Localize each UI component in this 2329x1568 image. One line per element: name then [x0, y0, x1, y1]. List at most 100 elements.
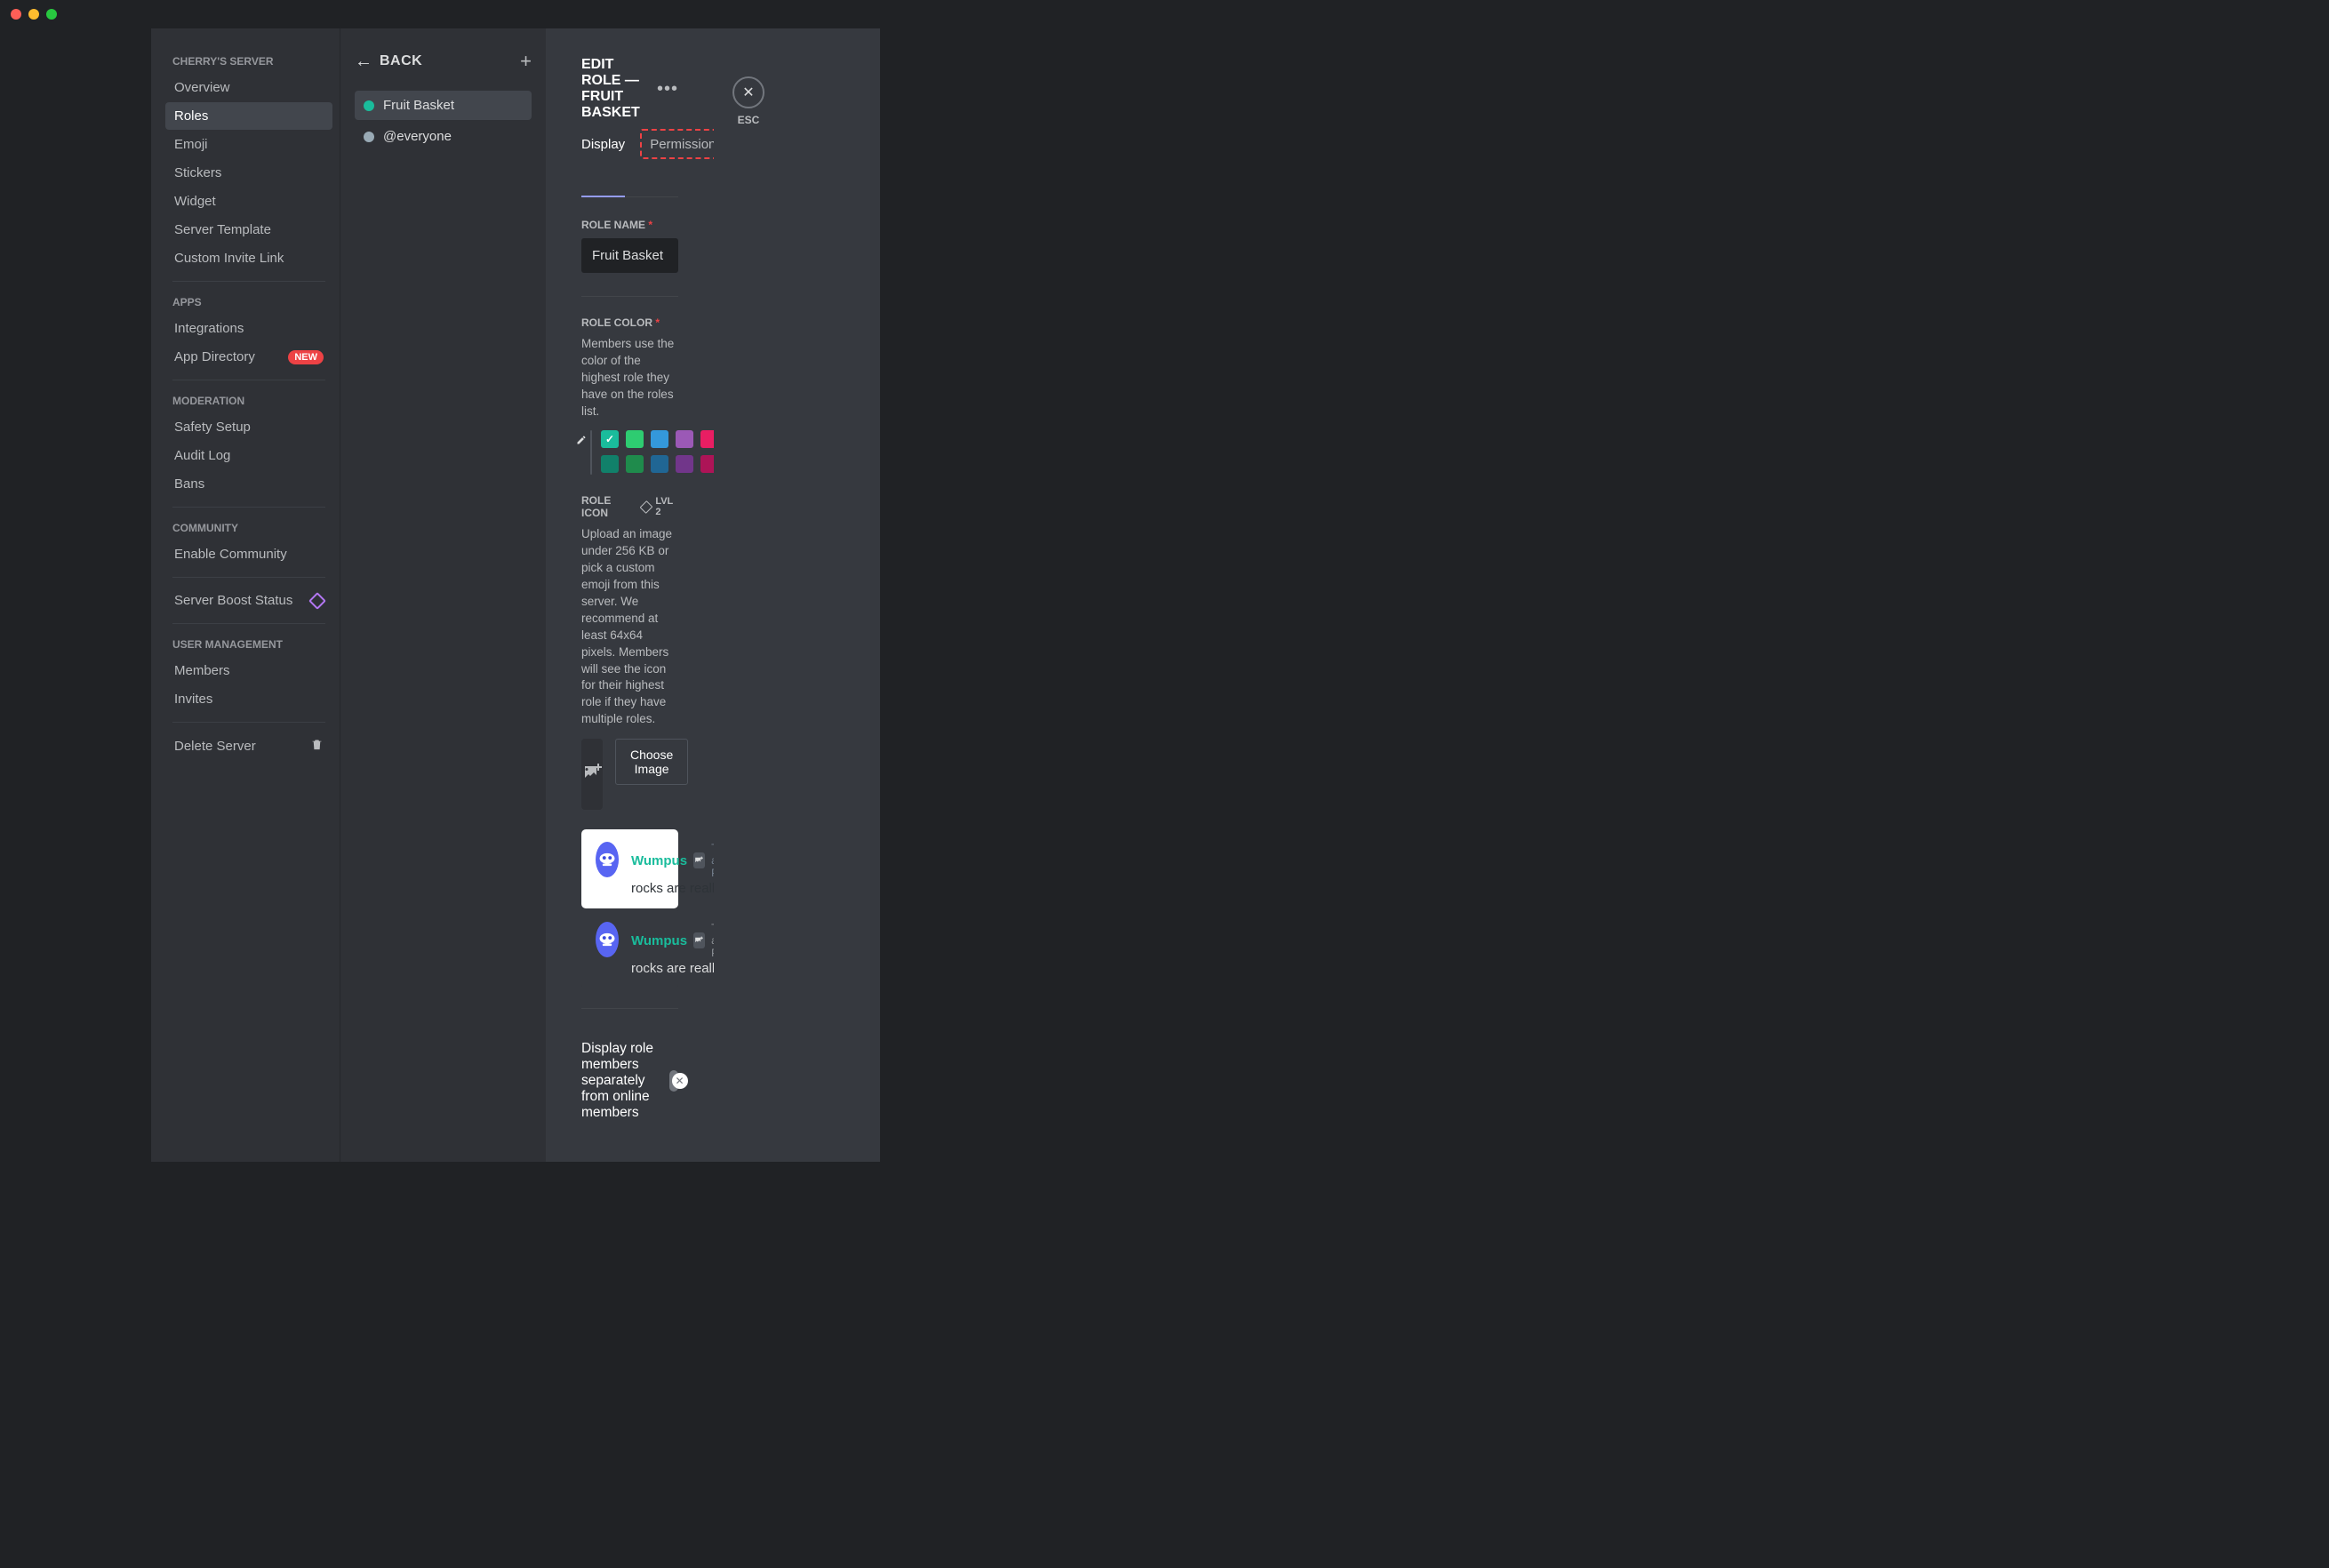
display-separately-toggle[interactable]: ✕	[669, 1070, 678, 1092]
sidebar-item-label: Members	[174, 663, 230, 678]
sidebar-item-label: Emoji	[174, 137, 208, 152]
color-swatch[interactable]	[676, 430, 693, 448]
sidebar-item-invites[interactable]: Invites	[165, 685, 332, 713]
divider	[581, 1008, 678, 1009]
custom-color-swatch[interactable]	[590, 430, 592, 475]
sidebar-item-safety-setup[interactable]: Safety Setup	[165, 413, 332, 441]
role-label: @everyone	[383, 129, 452, 144]
divider	[172, 281, 325, 282]
color-swatch[interactable]	[651, 455, 668, 473]
sidebar-item-bans[interactable]: Bans	[165, 470, 332, 498]
roles-list-column: ← BACK + Fruit Basket @everyone	[340, 28, 546, 1162]
arrow-left-icon: ←	[355, 52, 372, 72]
window-minimize[interactable]	[28, 9, 39, 20]
preview-message-dark: Wumpus Today at 2:25 PM rocks are really…	[581, 908, 678, 988]
sidebar-item-overview[interactable]: Overview	[165, 74, 332, 101]
preview-username: Wumpus	[631, 853, 687, 868]
choose-image-button[interactable]: Choose Image	[615, 739, 688, 785]
role-icon-label: ROLE ICON	[581, 494, 635, 519]
sidebar-item-integrations[interactable]: Integrations	[165, 315, 332, 342]
sidebar-item-server-template[interactable]: Server Template	[165, 216, 332, 244]
color-swatch[interactable]	[700, 455, 714, 473]
user-mgmt-header: USER MANAGEMENT	[165, 633, 332, 656]
trash-icon	[310, 738, 324, 755]
esc-label: ESC	[738, 114, 760, 126]
sidebar-item-label: App Directory	[174, 349, 255, 364]
sidebar-item-label: Stickers	[174, 165, 221, 180]
color-swatch[interactable]	[601, 455, 619, 473]
page-title: EDIT ROLE — FRUIT BASKET	[581, 57, 657, 121]
avatar	[596, 922, 619, 957]
sidebar-item-delete-server[interactable]: Delete Server	[165, 732, 332, 761]
role-name-input[interactable]	[581, 238, 678, 273]
sidebar-item-boost[interactable]: Server Boost Status	[165, 587, 332, 614]
sidebar-item-widget[interactable]: Widget	[165, 188, 332, 215]
content-column: EDIT ROLE — FRUIT BASKET ••• Display Perm…	[546, 28, 714, 1162]
avatar	[596, 842, 619, 877]
color-swatch[interactable]	[626, 455, 644, 473]
window-controls	[0, 0, 1164, 28]
role-icon-upload-box[interactable]	[581, 739, 603, 810]
divider	[172, 623, 325, 624]
role-item[interactable]: Fruit Basket	[355, 91, 532, 120]
divider	[172, 722, 325, 723]
sidebar-item-label: Invites	[174, 692, 212, 707]
sidebar-item-custom-invite-link[interactable]: Custom Invite Link	[165, 244, 332, 272]
right-fill	[783, 28, 880, 1162]
sidebar-item-label: Server Boost Status	[174, 593, 292, 608]
preview-time: Today at 2:25 PM	[711, 842, 714, 879]
image-plus-icon	[581, 762, 603, 788]
role-color-dot	[364, 132, 374, 142]
role-item[interactable]: @everyone	[355, 122, 532, 151]
role-icon-help: Upload an image under 256 KB or pick a c…	[581, 526, 678, 728]
toggle-knob: ✕	[672, 1073, 688, 1089]
sidebar-item-label: Audit Log	[174, 448, 230, 463]
color-swatch[interactable]	[700, 430, 714, 448]
preview-text: rocks are really old	[631, 881, 714, 896]
server-name-header: CHERRY'S SERVER	[165, 50, 332, 73]
sidebar-item-roles[interactable]: Roles	[165, 102, 332, 130]
color-swatch[interactable]	[676, 455, 693, 473]
tab-display[interactable]: Display	[581, 137, 625, 197]
divider	[172, 577, 325, 578]
moderation-header: MODERATION	[165, 389, 332, 412]
gem-icon	[640, 500, 653, 514]
back-label: BACK	[380, 53, 422, 69]
boost-gem-icon	[308, 592, 326, 610]
sidebar-item-audit-log[interactable]: Audit Log	[165, 442, 332, 469]
sidebar-item-emoji[interactable]: Emoji	[165, 131, 332, 158]
sidebar-item-label: Enable Community	[174, 547, 287, 562]
sidebar-item-label: Bans	[174, 476, 204, 492]
window-maximize[interactable]	[46, 9, 57, 20]
preview-time: Today at 2:25 PM	[711, 922, 714, 959]
preview-message-light: Wumpus Today at 2:25 PM rocks are really…	[581, 829, 678, 908]
color-swatch[interactable]	[626, 430, 644, 448]
back-button[interactable]: ← BACK	[355, 52, 422, 72]
divider	[172, 507, 325, 508]
more-options-button[interactable]: •••	[657, 79, 678, 100]
sidebar-item-app-directory[interactable]: App DirectoryNEW	[165, 343, 332, 371]
sidebar-item-enable-community[interactable]: Enable Community	[165, 540, 332, 568]
left-spacer	[0, 28, 151, 1162]
sidebar-item-label: Overview	[174, 80, 230, 95]
sidebar-item-label: Safety Setup	[174, 420, 251, 435]
sidebar-item-members[interactable]: Members	[165, 657, 332, 684]
sidebar-item-label: Roles	[174, 108, 208, 124]
sidebar-item-label: Server Template	[174, 222, 271, 237]
add-role-button[interactable]: +	[520, 50, 532, 73]
color-swatch[interactable]	[651, 430, 668, 448]
sidebar-item-label: Widget	[174, 194, 216, 209]
tab-permissions[interactable]: Permissions	[650, 137, 714, 196]
display-separately-label: Display role members separately from onl…	[581, 1041, 669, 1121]
preview-username: Wumpus	[631, 933, 687, 948]
divider	[581, 296, 678, 297]
close-button[interactable]: ✕	[732, 76, 764, 108]
pencil-icon	[576, 435, 587, 448]
sidebar-item-stickers[interactable]: Stickers	[165, 159, 332, 187]
role-color-dot	[364, 100, 374, 111]
role-label: Fruit Basket	[383, 98, 454, 113]
community-header: COMMUNITY	[165, 516, 332, 540]
role-color-help: Members use the color of the highest rol…	[581, 336, 678, 420]
color-swatch[interactable]	[601, 430, 619, 448]
window-close[interactable]	[11, 9, 21, 20]
